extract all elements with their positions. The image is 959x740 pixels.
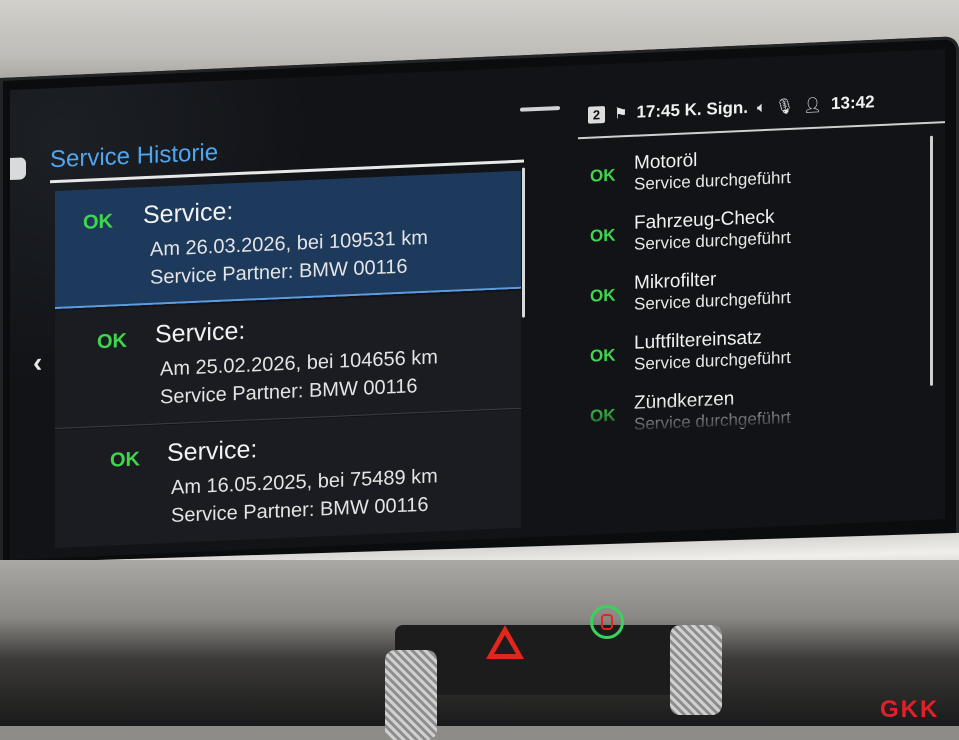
service-list-scrollbar[interactable] (522, 167, 525, 318)
service-title: Service: (155, 316, 246, 349)
watermark-logo: GKK (880, 696, 940, 723)
service-history-item[interactable]: OK Service: Am 26.03.2026, bei 109531 km… (55, 170, 521, 310)
notification-badge[interactable]: 2 (588, 105, 605, 124)
navigation-arrival[interactable]: 17:45 K. Sign. (636, 98, 747, 123)
ok-status: OK (590, 345, 616, 366)
status-bar: 2 ⚑ 17:45 K. Sign. 🔈︎ 🎙︎ 👤︎ 13:42 (588, 87, 945, 127)
ok-status: OK (590, 225, 616, 246)
pull-down-handle[interactable] (520, 105, 560, 112)
ok-status: OK (83, 210, 113, 234)
microphone-icon[interactable]: 🎙︎ (775, 97, 794, 116)
speaker-icon[interactable]: 🔈︎ (757, 98, 766, 115)
idrive-display: ‹ Service Historie OK Service: Am 26.03.… (10, 49, 945, 561)
ok-status: OK (97, 329, 127, 354)
ok-status: OK (110, 448, 140, 472)
left-control-knob[interactable] (385, 650, 437, 740)
service-title: Service: (143, 197, 234, 230)
page-title: Service Historie (50, 138, 219, 174)
center-button-panel (395, 625, 715, 695)
ok-status: OK (590, 165, 616, 186)
service-partner: Service Partner: BMW 00116 (171, 493, 429, 527)
checkered-flag-icon: ⚑ (614, 105, 628, 123)
home-notch[interactable] (10, 157, 26, 180)
service-partner: Service Partner: BMW 00116 (150, 255, 408, 289)
ok-status: OK (590, 285, 616, 306)
driving-assistant-icon[interactable] (590, 605, 624, 639)
service-history-item[interactable]: OK Service: Am 16.05.2025, bei 75489 km … (55, 409, 521, 549)
service-title: Service: (167, 435, 258, 468)
clock: 13:42 (831, 92, 875, 114)
check-name: Motoröl (634, 149, 698, 174)
hazard-warning-icon[interactable] (470, 618, 540, 666)
chevron-left-icon[interactable]: ‹ (33, 347, 42, 379)
service-history-item[interactable]: OK Service: Am 25.02.2026, bei 104656 km… (55, 290, 521, 430)
service-partner: Service Partner: BMW 00116 (160, 375, 418, 409)
right-control-knob[interactable] (670, 625, 722, 715)
user-icon[interactable]: 👤︎ (803, 96, 822, 115)
service-items-scrollbar[interactable] (930, 135, 933, 386)
